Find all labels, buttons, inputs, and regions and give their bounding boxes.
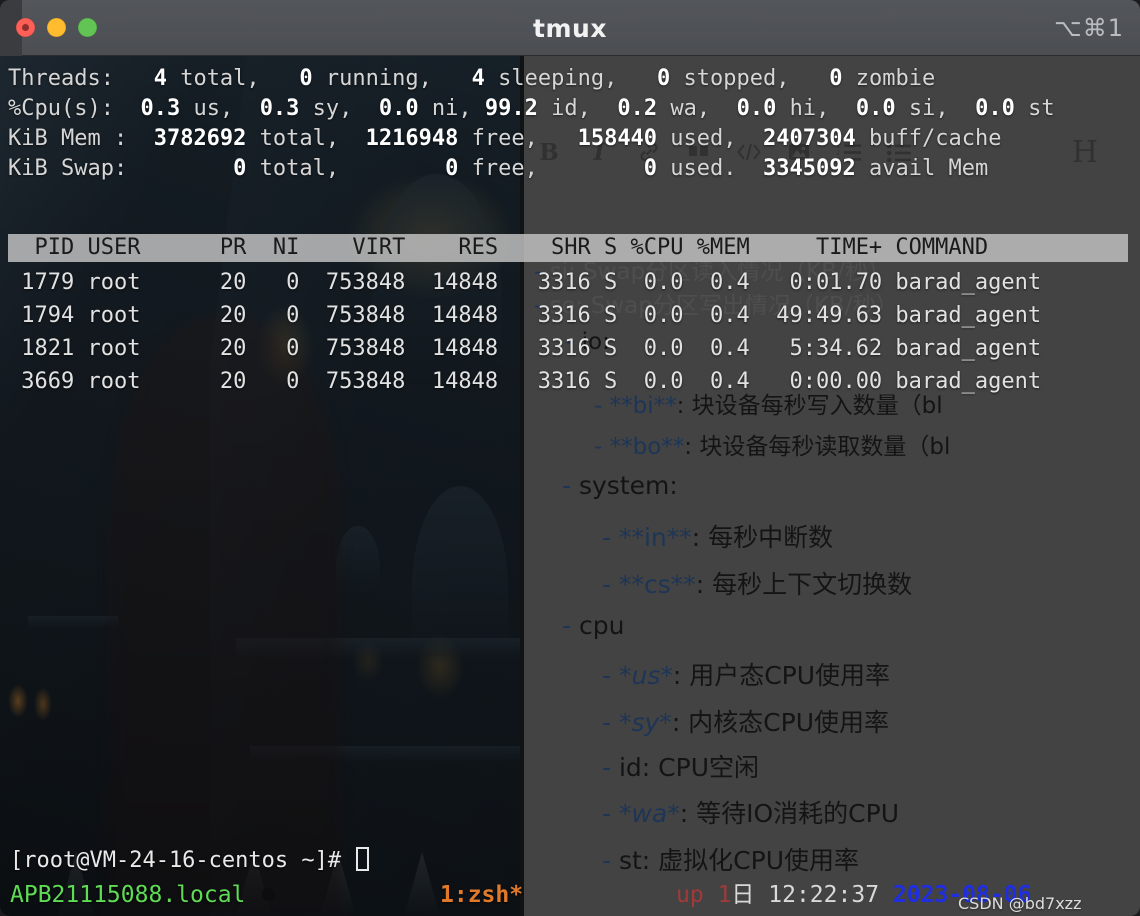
shell-prompt[interactable]: [root@VM-24-16-centos ~]# [10,846,370,876]
top-summary-line: KiB Mem : 3782692 total, 1216948 free, 1… [8,126,1002,151]
table-row: 1821 root 20 0 753848 14848 3316 S 0.0 0… [8,336,1042,361]
terminal-body[interactable]: B I 1 2 3 H - si: Swap分区读入情况（KB/秒） - so:… [0,56,1140,916]
background-doc-line: - **bo**: 块设备每秒读取数量（bl [594,434,951,460]
tmux-window: tmux ⌥⌘1 B I 1 2 3 H - si: Swap分区读入情况（KB… [0,0,1140,916]
process-table-rows: 1779 root 20 0 753848 14848 3316 S 0.0 0… [8,266,1140,398]
background-doc-line: - **in**: 每秒中断数 [602,523,834,552]
background-doc-line: - **cs**: 每秒上下文切换数 [602,570,913,599]
background-doc-line: - *us*: 用户态CPU使用率 [602,661,891,690]
top-summary-line: Threads: 4 total, 0 running, 4 sleeping,… [8,66,936,91]
prompt-text: [root@VM-24-16-centos ~]# [10,848,355,873]
background-doc-line: - system: [562,471,678,500]
status-hostname: APB21115088.local [10,882,246,908]
top-summary-line: %Cpu(s): 0.3 us, 0.3 sy, 0.0 ni, 99.2 id… [8,96,1055,121]
csdn-watermark: CSDN @bd7xzz [958,894,1082,913]
uptime-days: 1 [717,882,732,908]
window-shortcut-label: ⌥⌘1 [1054,14,1124,42]
uptime-clock: 日 12:22:37 [731,882,880,908]
process-table-header: PID USER PR NI VIRT RES SHR S %CPU %MEM … [8,234,1128,262]
table-row: 1779 root 20 0 753848 14848 3316 S 0.0 0… [8,270,1042,295]
text-cursor [356,847,370,871]
table-row: 1794 root 20 0 753848 14848 3316 S 0.0 0… [8,303,1042,328]
background-doc-line: - st: 虚拟化CPU使用率 [602,846,860,875]
background-doc-line: - *sy*: 内核态CPU使用率 [602,708,890,737]
background-doc-line: - cpu [562,611,625,640]
background-doc-line: - id: CPU空闲 [602,753,759,782]
background-doc-line: - *wa*: 等待IO消耗的CPU [602,799,900,828]
uptime-prefix: up [676,882,704,908]
background-document-text: - si: Swap分区读入情况（KB/秒） - so: Swap分区写出情况（K… [524,56,1140,916]
status-separator-dot [262,888,275,901]
title-bar: tmux ⌥⌘1 [0,0,1140,56]
tmux-window-tab-1[interactable]: 1:zsh* [440,874,523,916]
left-pane-dim-overlay [0,56,520,916]
top-summary-output: Threads: 4 total, 0 running, 4 sleeping,… [8,64,1140,184]
table-row: 3669 root 20 0 753848 14848 3316 S 0.0 0… [8,369,1042,394]
window-title: tmux [533,13,607,43]
top-summary-line: KiB Swap: 0 total, 0 free, 0 used. 33450… [8,156,989,181]
